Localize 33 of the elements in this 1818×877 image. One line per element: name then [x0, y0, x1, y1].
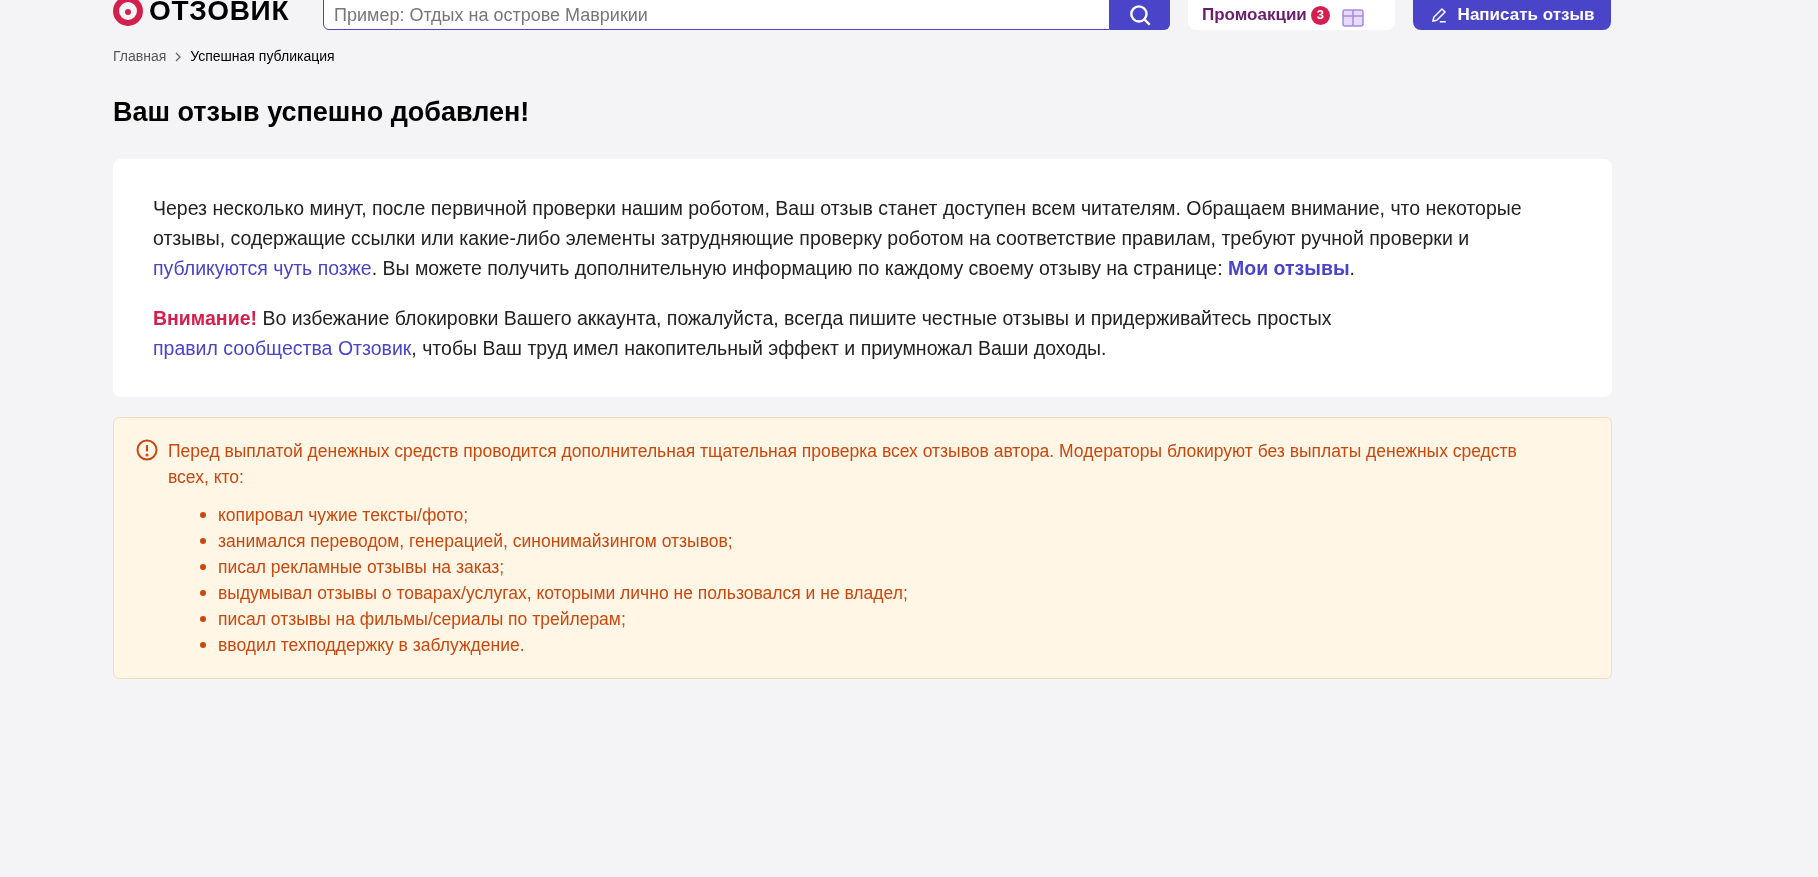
- search-icon: [1127, 2, 1153, 28]
- search-button[interactable]: [1110, 0, 1170, 30]
- text-link[interactable]: публикуются чуть позже: [153, 256, 372, 279]
- warning-item: копировал чужие тексты/фото;: [218, 503, 469, 527]
- logo-text: ОТЗОВИК: [149, 0, 290, 25]
- bullet-icon: [200, 537, 206, 544]
- text-link[interactable]: правил сообщества Отзовик: [153, 336, 412, 359]
- warning-item: выдумывал отзывы о товарах/услугах, которыми лично не пользовался и не владел;: [218, 581, 908, 605]
- bullet-icon: [200, 563, 206, 570]
- exclamation-icon: [136, 438, 158, 461]
- warning-item: занимался переводом, генерацией, синонимайзингом отзывов;: [218, 529, 733, 553]
- warning-text: Перед выплатой денежных средств проводится дополнительная тщательная проверка всех отзывов автора. Модераторы блокируют без выплаты денежных средств всех, кто:: [168, 439, 1518, 489]
- chevron-icon: [174, 51, 183, 62]
- page-title: Ваш отзыв успешно добавлен!: [113, 96, 531, 129]
- promo-label: Промоакции: [1202, 4, 1307, 27]
- my-reviews-link[interactable]: Мои отзывы: [1228, 256, 1350, 279]
- breadcrumb-link[interactable]: Главная: [113, 46, 167, 67]
- promo-button[interactable]: Промоакции 3: [1188, 0, 1395, 30]
- info-paragraph: Через несколько минут, после первичной проверки нашим роботом, Ваш отзыв станет доступен всем читателям. Обращаем внимание, что некоторые отзывы, содержащие ссылки или какие-либо элементы затрудняющие проверку роботом на соответствие правилам, требуют ручной проверки и публикуются чуть позже. Вы можете получить дополнительную информацию по каждому своему отзыву на странице: Мои отзывы.: [153, 195, 1523, 281]
- bullet-icon: [200, 615, 206, 622]
- logo-icon: [113, 0, 143, 26]
- write-review-button[interactable]: Написать отзыв: [1413, 0, 1611, 30]
- bullet-icon: [200, 511, 206, 518]
- search-field[interactable]: Пример: Отдых на острове Маврикии: [323, 0, 1110, 30]
- warning-item: писал отзывы на фильмы/сериалы по трейлерам;: [218, 607, 626, 631]
- breadcrumb-current: Успешная публикация: [190, 47, 335, 66]
- warning-item: писал рекламные отзывы на заказ;: [218, 555, 505, 579]
- bullet-icon: [200, 589, 206, 596]
- warning-item: вводил техподдержку в заблуждение.: [218, 633, 525, 657]
- pencil-icon: [1429, 6, 1448, 24]
- count-badge: 3: [1310, 5, 1330, 25]
- info-paragraph: Внимание! Во избежание блокировки Вашего аккаунта, пожалуйста, всегда пишите честные отзывы и придерживайтесь простых правил сообщества Отзовик, чтобы Ваш труд имел накопительный эффект и приумножал Ваши доходы.: [153, 305, 1333, 361]
- bullet-icon: [200, 641, 206, 648]
